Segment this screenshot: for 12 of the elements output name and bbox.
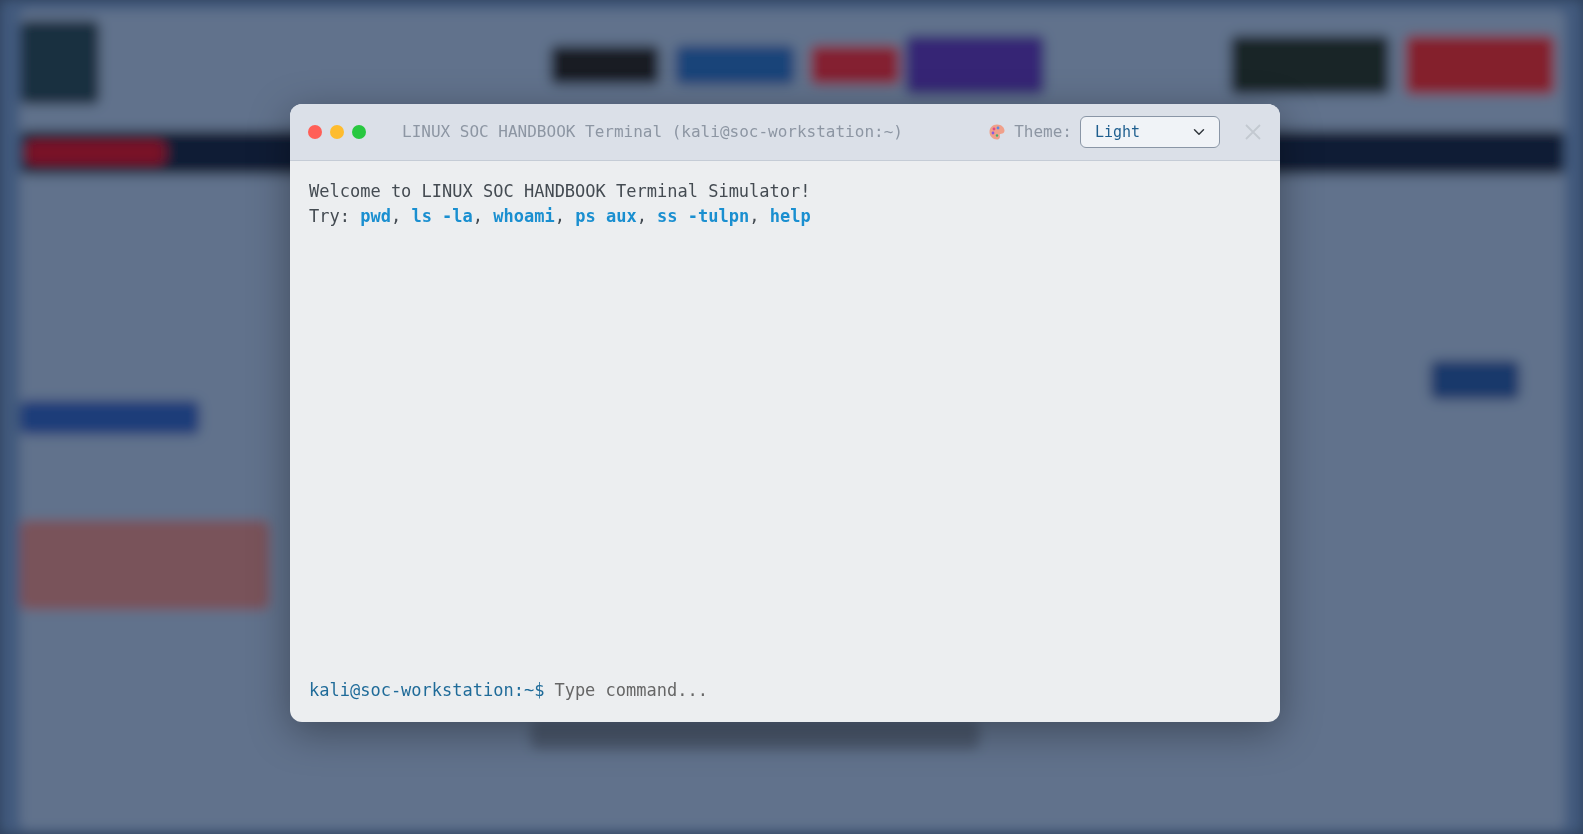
close-icon[interactable] (1244, 123, 1262, 141)
prompt: kali@soc-workstation:~$ (309, 678, 545, 702)
window-title: LINUX SOC HANDBOOK Terminal (kali@soc-workstation:~) (402, 121, 903, 143)
palette-icon (988, 123, 1007, 141)
terminal-line: Try: pwd, ls -la, whoami, ps aux, ss -tulpn, help (309, 205, 812, 228)
command-input[interactable]: Type command... (544, 677, 1261, 703)
terminal-line: Welcome to LINUX SOC HANDBOOK Terminal Simulator! (309, 180, 812, 203)
theme-label: Theme: (1014, 121, 1072, 143)
theme-select[interactable]: Light (1080, 116, 1220, 148)
window-control-icon[interactable] (308, 125, 322, 139)
window-control-icon[interactable] (330, 125, 344, 139)
window-control-icon[interactable] (352, 125, 366, 139)
